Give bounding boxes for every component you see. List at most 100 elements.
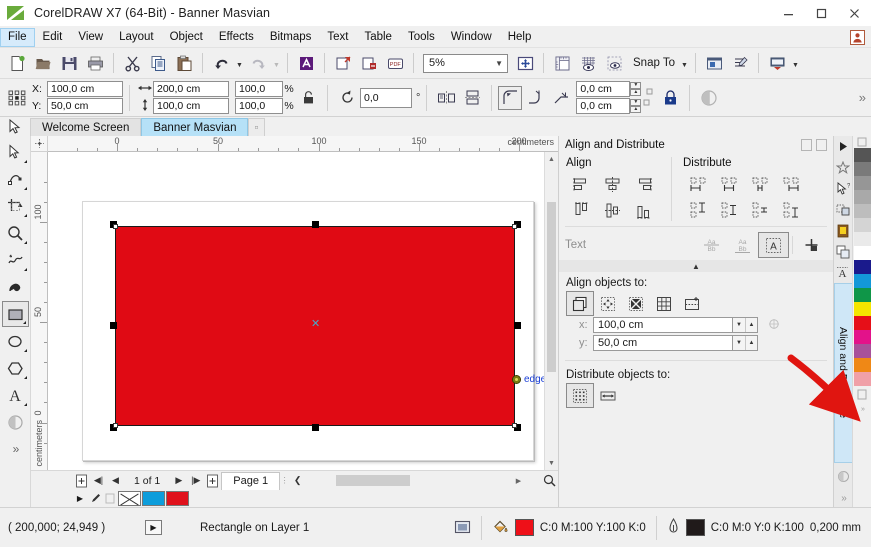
align-y-input[interactable]: 50,0 cm — [593, 335, 733, 351]
zoom-tool-flyout-icon[interactable] — [23, 241, 27, 244]
text-tool[interactable]: A — [2, 382, 29, 408]
node-marker-br[interactable] — [512, 423, 517, 428]
distribute-center-horizontal-button[interactable] — [714, 171, 745, 197]
freehand-tool[interactable] — [2, 247, 29, 273]
fill-status-group[interactable]: C:0 M:100 Y:100 K:0 — [482, 518, 656, 538]
palette-swatch[interactable] — [853, 232, 871, 246]
previous-page-button[interactable]: ◀ — [107, 472, 124, 490]
node-marker-tl[interactable] — [113, 224, 118, 229]
rectangle-tool[interactable] — [1, 301, 29, 327]
palette-swatch[interactable] — [853, 246, 871, 260]
object-properties-docker-icon[interactable] — [834, 199, 853, 220]
align-x-pick-point-icon[interactable] — [768, 318, 780, 333]
options-icon[interactable] — [701, 51, 727, 76]
snap-to-label[interactable]: Snap To — [627, 57, 679, 69]
node-marker-bl[interactable] — [113, 423, 118, 428]
palette-swatch[interactable] — [853, 274, 871, 288]
palette-swatch[interactable] — [853, 288, 871, 302]
show-grid-icon[interactable] — [575, 51, 601, 76]
open-document-icon[interactable] — [30, 51, 56, 76]
save-document-icon[interactable] — [56, 51, 82, 76]
crop-tool[interactable] — [2, 193, 29, 219]
distribute-spacing-vertical-button[interactable] — [745, 197, 776, 223]
align-x-spinner[interactable]: ▼ ▲ — [733, 317, 758, 333]
export-icon[interactable] — [356, 51, 382, 76]
scroll-up-icon[interactable]: ▲ — [545, 152, 558, 166]
show-guidelines-icon[interactable] — [601, 51, 627, 76]
user-account-icon[interactable] — [850, 29, 865, 45]
tab-close-icon[interactable]: ▫ — [248, 118, 265, 136]
align-to-specified-point-button[interactable] — [678, 291, 706, 316]
align-center-vertical-button[interactable] — [597, 197, 628, 223]
palette-swatch[interactable] — [853, 260, 871, 274]
polygon-tool[interactable] — [2, 355, 29, 381]
polygon-tool-flyout-icon[interactable] — [23, 376, 27, 379]
object-manager-docker-icon[interactable] — [834, 241, 853, 262]
palette-swatch[interactable] — [853, 190, 871, 204]
menu-effects[interactable]: Effects — [211, 28, 262, 47]
palette-swatch[interactable] — [853, 176, 871, 190]
corner-chamfer-icon[interactable] — [548, 83, 574, 113]
scale-lock-icon[interactable] — [295, 83, 321, 113]
corner-round-icon[interactable] — [498, 85, 523, 110]
object-origin-icon[interactable] — [4, 83, 30, 113]
scale-height-input[interactable]: 100,0 — [235, 98, 283, 114]
docker-expand-arrow-icon[interactable] — [834, 136, 853, 157]
menu-text[interactable]: Text — [319, 28, 356, 47]
menu-table[interactable]: Table — [356, 28, 400, 47]
snap-to-caret-icon[interactable]: ▼ — [679, 51, 690, 76]
redo-icon[interactable] — [245, 51, 271, 76]
propertybar-overflow-icon[interactable]: » — [859, 90, 866, 105]
selection-handle-ml[interactable] — [110, 322, 117, 329]
palette-swatch[interactable] — [853, 316, 871, 330]
align-top-button[interactable] — [566, 197, 597, 223]
menu-view[interactable]: View — [70, 28, 111, 47]
mirror-horizontal-icon[interactable] — [433, 83, 459, 113]
rotation-angle-input[interactable]: 0,0 — [360, 87, 412, 108]
horizontal-ruler[interactable]: 0 50 100 150 200 centimeters — [48, 136, 558, 152]
align-to-page-edge-button[interactable] — [594, 291, 622, 316]
ellipse-tool-flyout-icon[interactable] — [23, 349, 27, 352]
canvas-horizontal-scrollbar[interactable]: ▶ — [308, 474, 539, 487]
undo-icon[interactable] — [208, 51, 234, 76]
eyedropper-icon[interactable] — [88, 491, 102, 506]
favorites-docker-icon[interactable] — [834, 157, 853, 178]
page-tab-page-1[interactable]: Page 1 — [221, 471, 281, 490]
cut-icon[interactable] — [119, 51, 145, 76]
show-rulers-icon[interactable] — [549, 51, 575, 76]
palette-swatch[interactable] — [853, 204, 871, 218]
edit-corners-together-icon[interactable] — [657, 83, 683, 113]
first-page-button[interactable]: ◀| — [90, 472, 107, 490]
align-text-last-line-baseline-button[interactable]: Aa Bb — [727, 232, 758, 258]
palette-flyout-icon[interactable]: ▶ — [73, 491, 87, 506]
menu-help[interactable]: Help — [500, 28, 540, 47]
object-styles-icon[interactable] — [727, 51, 753, 76]
corner-radius-bottom-input[interactable]: 0,0 cm — [576, 98, 631, 114]
distribute-top-button[interactable] — [683, 197, 714, 223]
align-x-input[interactable]: 100,0 cm — [593, 317, 733, 333]
fullscreen-preview-icon[interactable] — [512, 51, 538, 76]
canvas-vertical-scrollbar[interactable]: ▲ ▼ — [544, 152, 558, 470]
align-bottom-button[interactable] — [628, 197, 659, 223]
align-to-grid-button[interactable] — [650, 291, 678, 316]
print-document-icon[interactable] — [82, 51, 108, 76]
tab-welcome-screen[interactable]: Welcome Screen — [30, 118, 142, 136]
publish-pdf-icon[interactable]: PDF — [382, 51, 408, 76]
palette-scroll-down-icon[interactable] — [857, 386, 867, 402]
pick-tool[interactable] — [2, 139, 29, 165]
selection-handle-mr[interactable] — [514, 322, 521, 329]
hints-docker-icon[interactable]: ? — [834, 178, 853, 199]
align-to-page-center-button[interactable] — [622, 291, 650, 316]
selection-handle-tc[interactable] — [312, 221, 319, 228]
color-styles-docker-icon[interactable] — [834, 220, 853, 241]
last-page-button[interactable]: |▶ — [187, 472, 204, 490]
application-launcher-caret-icon[interactable]: ▼ — [790, 51, 801, 76]
outline-status-group[interactable]: C:0 M:0 Y:0 K:100 0,200 mm — [657, 517, 871, 538]
docker-options-icon[interactable] — [834, 463, 853, 489]
close-button[interactable] — [838, 0, 871, 27]
maximize-button[interactable] — [805, 0, 838, 27]
color-proof-icon[interactable] — [454, 519, 481, 536]
distribute-right-button[interactable] — [776, 171, 807, 197]
swatch-no-fill[interactable] — [118, 491, 141, 506]
palette-swatch[interactable] — [853, 330, 871, 344]
